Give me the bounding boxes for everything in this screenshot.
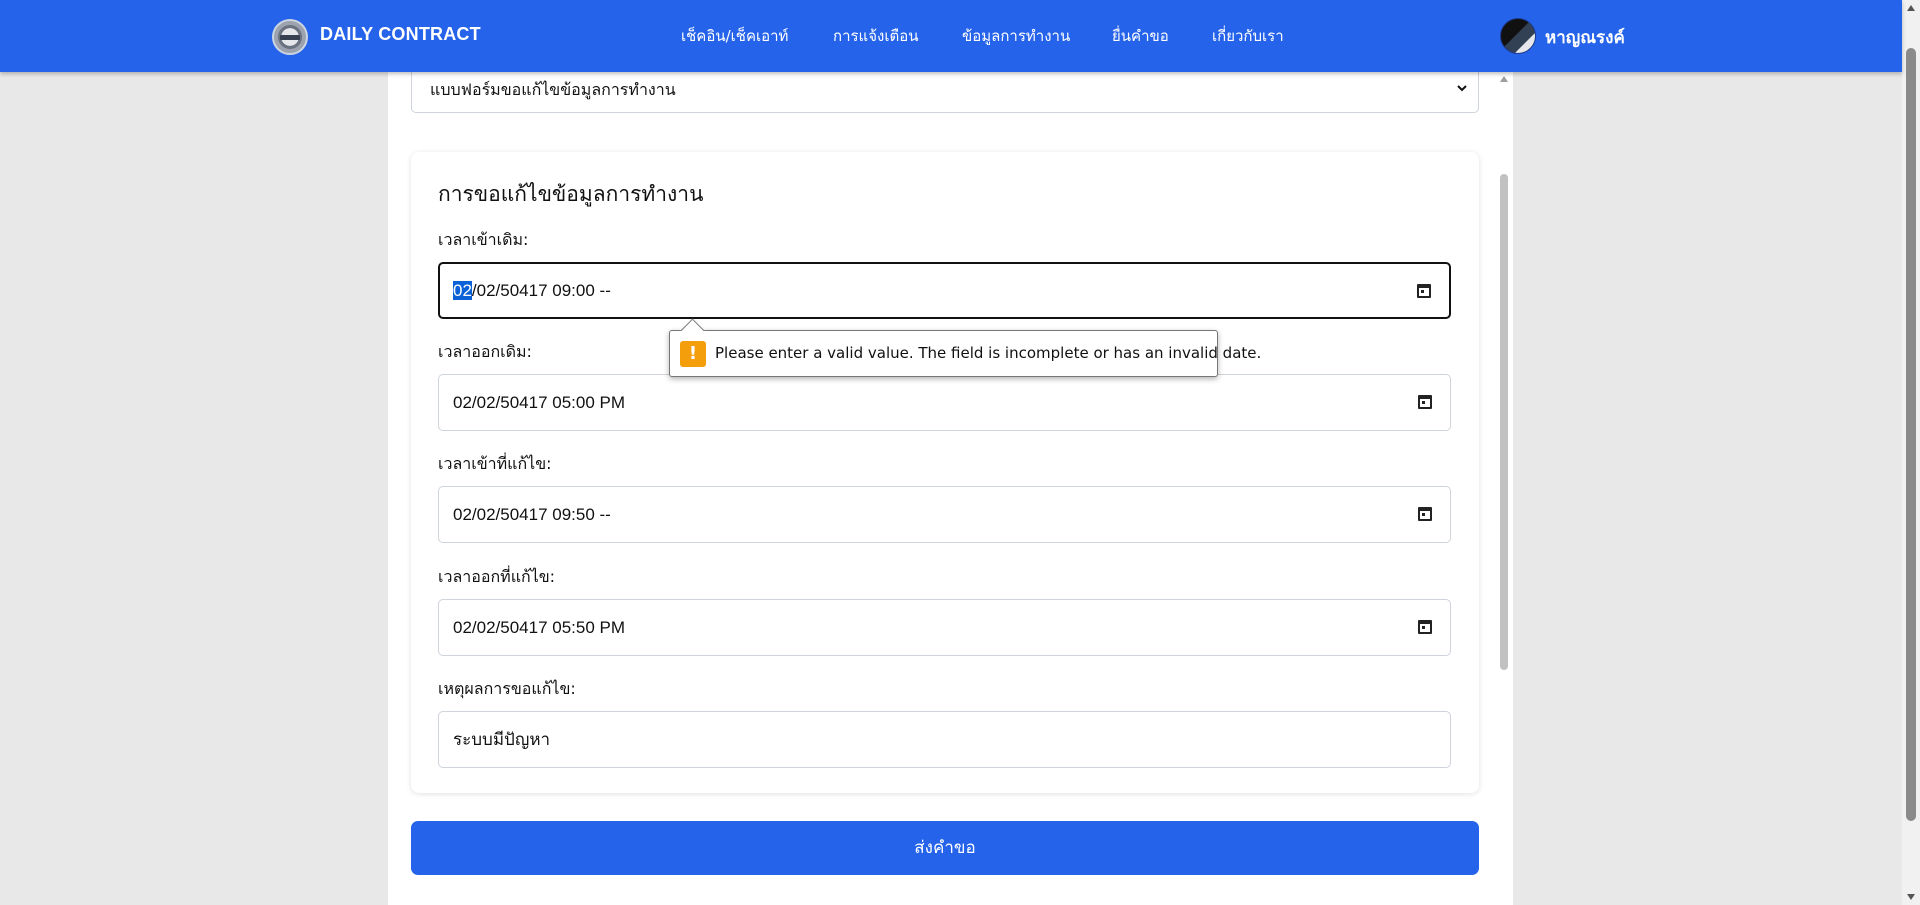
calendar-icon[interactable] — [1418, 507, 1432, 521]
validation-message: Please enter a valid value. The field is… — [715, 344, 1262, 362]
nav-link-about[interactable]: เกี่ยวกับเรา — [1212, 24, 1284, 48]
reason-label: เหตุผลการขอแก้ไข: — [438, 679, 576, 698]
user-avatar[interactable] — [1500, 18, 1536, 54]
brand-logo[interactable] — [272, 19, 308, 55]
calendar-icon[interactable] — [1418, 620, 1432, 634]
calendar-icon[interactable] — [1417, 284, 1431, 298]
original-checkin-input[interactable]: 02/02/50417 09:00 -- — [438, 262, 1451, 319]
original-checkin-label: เวลาเข้าเดิม: — [438, 230, 529, 249]
nav-link-submit-request[interactable]: ยื่นคำขอ — [1112, 24, 1169, 48]
date-segment-selected[interactable]: 02 — [453, 281, 472, 300]
scroll-up-arrow-icon[interactable] — [1907, 5, 1915, 11]
calendar-icon[interactable] — [1418, 395, 1432, 409]
card-title: การขอแก้ไขข้อมูลการทำงาน — [438, 182, 704, 206]
nav-link-work-info[interactable]: ข้อมูลการทำงาน — [962, 24, 1070, 48]
form-type-select[interactable]: แบบฟอร์มขอแก้ไขข้อมูลการทำงาน — [411, 66, 1479, 113]
nav-link-checkin[interactable]: เช็คอิน/เช็คเอาท์ — [681, 24, 788, 48]
reason-value: ระบบมีปัญหา — [453, 730, 551, 749]
submit-button[interactable]: ส่งคำขอ — [411, 821, 1479, 875]
form-type-select-value: แบบฟอร์มขอแก้ไขข้อมูลการทำงาน — [430, 80, 676, 99]
validation-tooltip: ! Please enter a valid value. The field … — [669, 330, 1261, 377]
inner-scrollbar[interactable] — [1496, 72, 1513, 905]
edited-checkin-value: 02/02/50417 09:50 -- — [453, 505, 611, 524]
inner-scrollbar-thumb[interactable] — [1500, 174, 1508, 670]
edited-checkin-label: เวลาเข้าที่แก้ไข: — [438, 454, 552, 473]
reason-input[interactable]: ระบบมีปัญหา — [438, 711, 1451, 768]
original-checkout-value: 02/02/50417 05:00 PM — [453, 393, 626, 412]
edited-checkout-label: เวลาออกที่แก้ไข: — [438, 567, 556, 586]
nav-link-notifications[interactable]: การแจ้งเตือน — [833, 24, 918, 48]
page-scrollbar-thumb[interactable] — [1906, 48, 1916, 821]
scroll-up-arrow-icon[interactable] — [1500, 76, 1508, 82]
edited-checkin-input[interactable]: 02/02/50417 09:50 -- — [438, 486, 1451, 543]
user-name[interactable]: หาญณรงค์ — [1545, 24, 1625, 51]
brand-name[interactable]: DAILY CONTRACT — [320, 24, 481, 45]
scroll-down-arrow-icon[interactable] — [1907, 894, 1915, 900]
original-checkout-label: เวลาออกเดิม: — [438, 342, 532, 361]
top-navbar: DAILY CONTRACT เช็คอิน/เช็คเอาท์ การแจ้ง… — [0, 0, 1902, 72]
date-segment-rest[interactable]: /02/50417 09:00 -- — [472, 281, 611, 300]
page-scrollbar[interactable] — [1902, 0, 1920, 905]
chevron-down-icon — [1457, 85, 1467, 92]
edited-checkout-value: 02/02/50417 05:50 PM — [453, 618, 626, 637]
edited-checkout-input[interactable]: 02/02/50417 05:50 PM — [438, 599, 1451, 656]
original-checkout-input[interactable]: 02/02/50417 05:00 PM — [438, 374, 1451, 431]
warning-icon: ! — [680, 341, 706, 367]
